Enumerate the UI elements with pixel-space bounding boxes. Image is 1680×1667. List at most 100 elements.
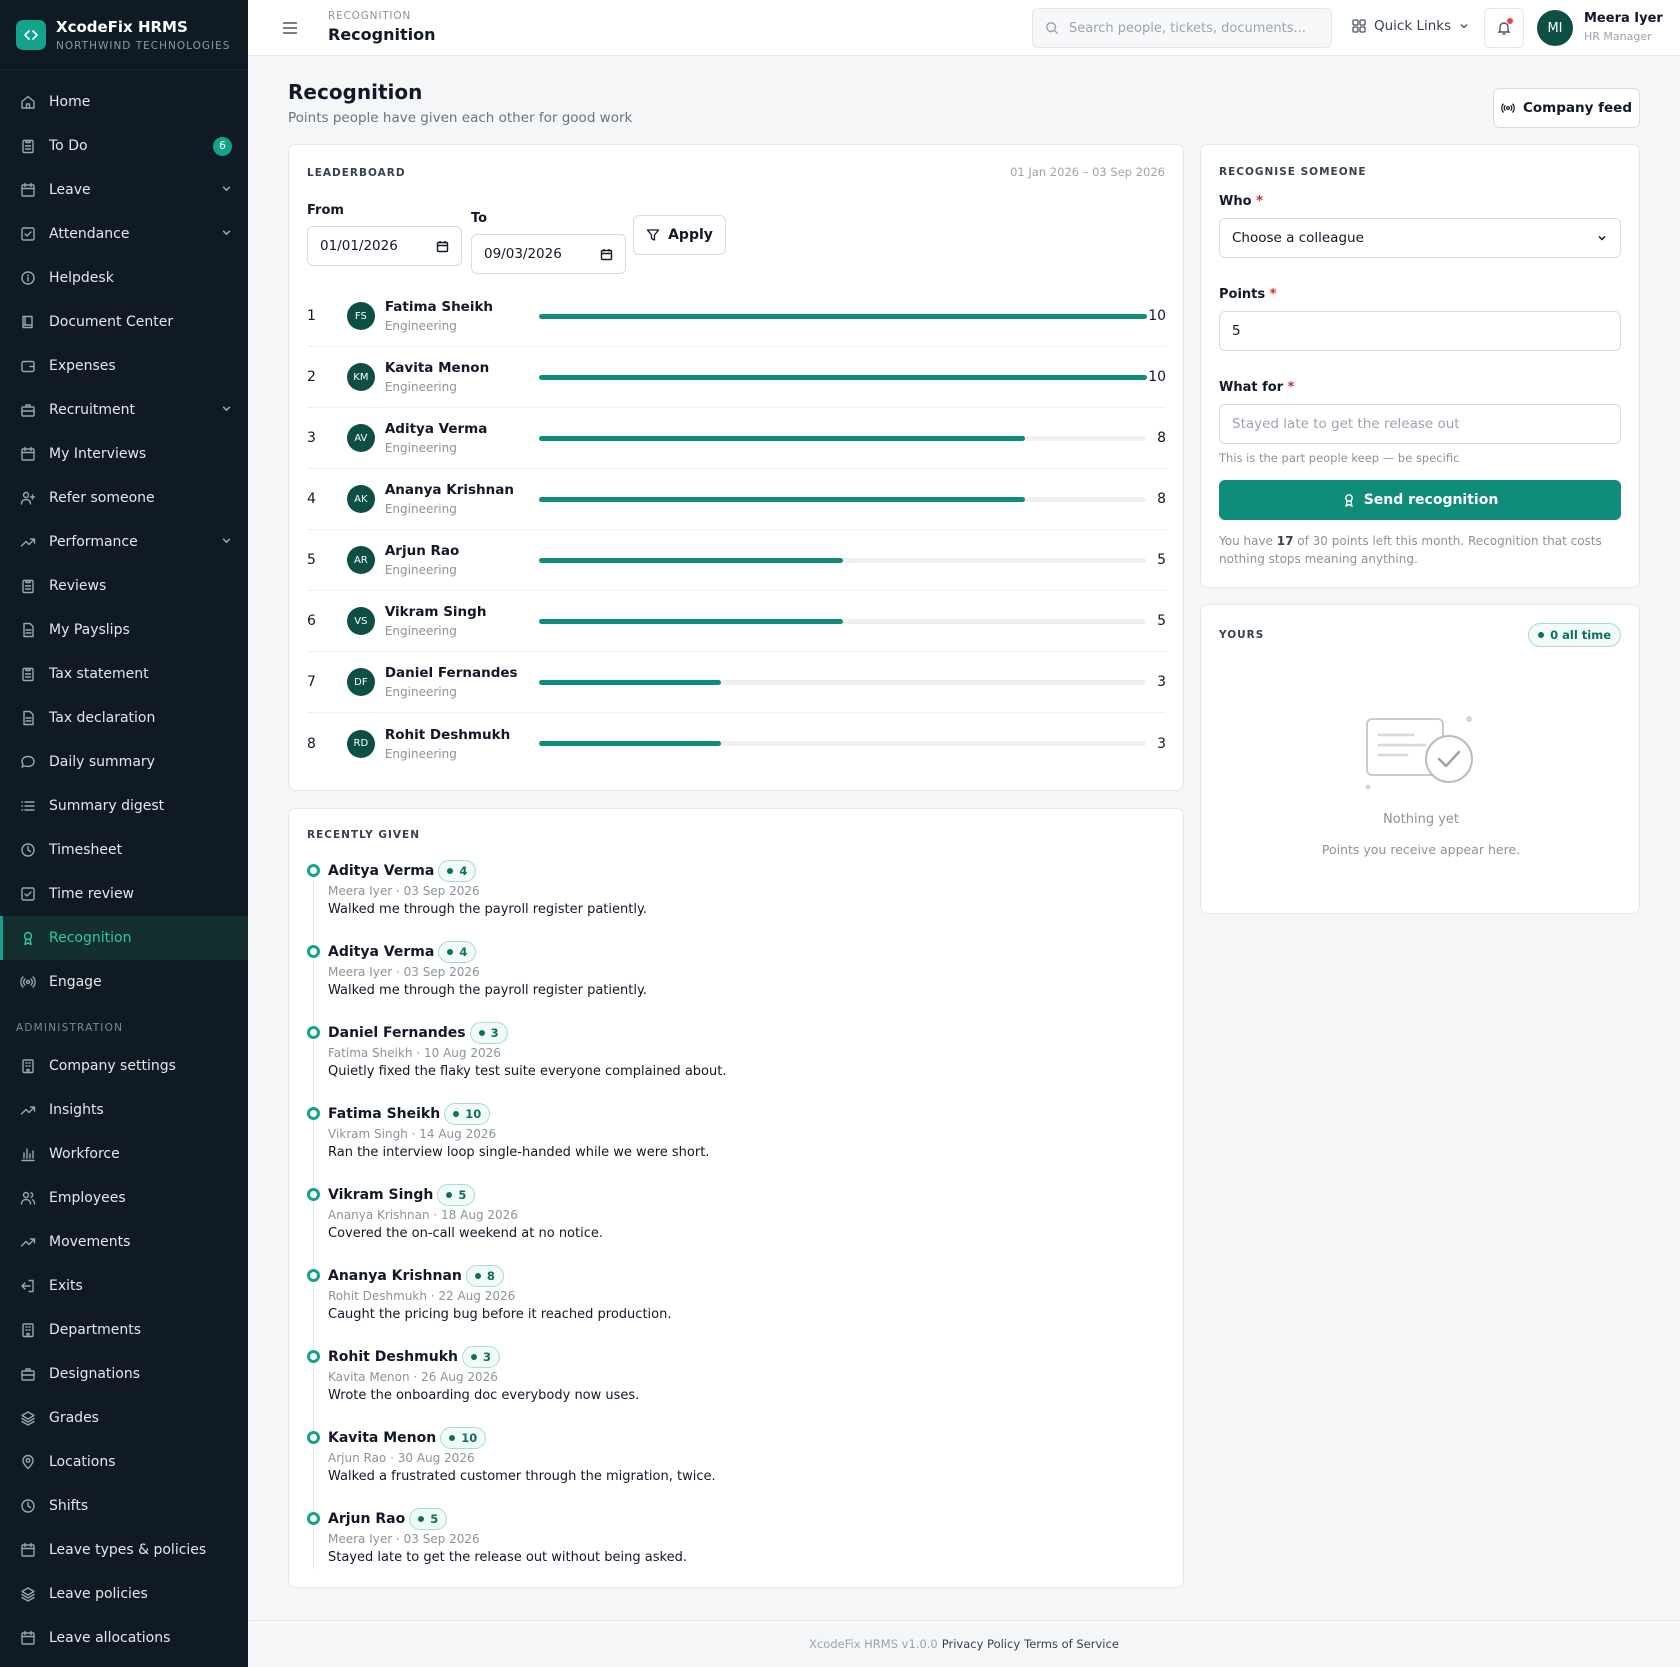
avatar: AV <box>346 424 375 452</box>
sidebar-item-time-review[interactable]: Time review <box>0 872 248 916</box>
topbar-title: Recognition <box>328 25 436 44</box>
sidebar-nav: Home To Do 6 Leave Attendance Helpdesk Documen… <box>0 70 248 1004</box>
who-select[interactable]: Choose a colleague <box>1219 218 1621 258</box>
sidebar-item-reviews[interactable]: Reviews <box>0 564 248 608</box>
recognition-header: Fatima Sheikh 10 <box>328 1102 1167 1125</box>
sidebar-item-label: To Do <box>49 138 88 154</box>
user-plus-icon <box>20 490 36 506</box>
sidebar-item-refer-someone[interactable]: Refer someone <box>0 476 248 520</box>
sidebar-item-tax-statement[interactable]: Tax statement <box>0 652 248 696</box>
what-for-input[interactable] <box>1219 404 1621 444</box>
badge-dot <box>474 1272 481 1279</box>
sidebar-item-workforce[interactable]: Workforce <box>0 1132 248 1176</box>
list-icon <box>20 798 36 814</box>
company-feed-button[interactable]: Company feed <box>1493 88 1640 128</box>
quick-links-button[interactable]: Quick Links <box>1352 18 1477 34</box>
sidebar-item-departments[interactable]: Departments <box>0 1308 248 1352</box>
leaderboard-dept: Engineering <box>384 319 457 333</box>
leaderboard-person: Arjun Rao Engineering <box>385 543 540 577</box>
recognition-message: Covered the on-call weekend at no notice… <box>328 1226 603 1241</box>
sidebar-item-helpdesk[interactable]: Helpdesk <box>0 256 248 300</box>
clipboard-icon <box>20 666 36 682</box>
sidebar-item-home[interactable]: Home <box>0 80 248 124</box>
sidebar-item-recognition[interactable]: Recognition <box>0 916 248 960</box>
sidebar-item-expenses[interactable]: Expenses <box>0 344 248 388</box>
sidebar-item-my-payslips[interactable]: My Payslips <box>0 608 248 652</box>
timeline-dot <box>307 1512 320 1525</box>
sidebar-item-attendance[interactable]: Attendance <box>0 212 248 256</box>
sidebar-item-designations[interactable]: Designations <box>0 1352 248 1396</box>
trend-icon <box>20 1234 36 1250</box>
sidebar-item-to-do[interactable]: To Do 6 <box>0 124 248 168</box>
company-feed-label: Company feed <box>1523 100 1632 116</box>
award-icon <box>1344 494 1353 507</box>
recognition-item: Kavita Menon 10 Arjun Rao · 30 Aug 2026 Wal… <box>307 1426 1167 1507</box>
recognition-item: Daniel Fernandes 3 Fatima Sheikh · 10 Aug … <box>307 1021 1167 1102</box>
leaderboard-name: Kavita Menon <box>384 360 490 376</box>
user-role: HR Manager <box>1584 30 1652 43</box>
clipboard-icon <box>20 578 36 594</box>
sidebar-item-tax-declaration[interactable]: Tax declaration <box>0 696 248 740</box>
sidebar-item-daily-summary[interactable]: Daily summary <box>0 740 248 784</box>
to-date-input[interactable]: 09/03/2026 <box>471 234 626 274</box>
broadcast-icon <box>1501 103 1515 113</box>
badge-dot <box>449 1434 456 1441</box>
recognition-meta: Arjun Rao · 30 Aug 2026 <box>328 1451 475 1465</box>
points-badge: 3 <box>461 1345 500 1368</box>
from-date-input[interactable]: 01/01/2026 <box>307 226 462 266</box>
points-bar-track <box>539 435 1147 441</box>
recognition-item: Rohit Deshmukh 3 Kavita Menon · 26 Aug 202… <box>307 1345 1167 1426</box>
leaderboard-person: Kavita Menon Engineering <box>385 360 540 394</box>
sidebar-item-engage[interactable]: Engage <box>0 960 248 1004</box>
wallet-icon <box>20 358 36 374</box>
recognise-card: RECOGNISE SOMEONE Who * Choose a colleag… <box>1200 144 1640 588</box>
file-icon <box>20 622 36 638</box>
sidebar-item-leave-allocations[interactable]: Leave allocations <box>0 1616 248 1660</box>
points-bar-fill <box>539 374 1148 380</box>
search-input[interactable] <box>1069 20 1319 36</box>
admin-section-heading: ADMINISTRATION <box>16 1022 124 1034</box>
leaderboard-name: Rohit Deshmukh <box>384 726 511 743</box>
points-badge-value: 5 <box>430 1511 439 1526</box>
privacy-policy-link[interactable]: Privacy Policy <box>942 1637 1020 1651</box>
apply-button[interactable]: Apply <box>633 215 726 255</box>
trend-icon <box>20 1102 36 1118</box>
sidebar-item-grades[interactable]: Grades <box>0 1396 248 1440</box>
sidebar-item-exits[interactable]: Exits <box>0 1264 248 1308</box>
search-box[interactable] <box>1032 8 1332 48</box>
sidebar-item-recruitment[interactable]: Recruitment <box>0 388 248 432</box>
sidebar-item-company-settings[interactable]: Company settings <box>0 1044 248 1088</box>
sidebar-item-movements[interactable]: Movements <box>0 1220 248 1264</box>
points-bar-track <box>539 374 1148 380</box>
recently-given-list: Aditya Verma 4 Meera Iyer · 03 Sep 2026 Wal… <box>307 859 1167 1588</box>
avatar: KM <box>346 363 375 391</box>
user-avatar[interactable]: MI <box>1537 10 1573 46</box>
page-title: Recognition <box>288 80 423 104</box>
sidebar-item-performance[interactable]: Performance <box>0 520 248 564</box>
leaderboard-points: 10 <box>1148 369 1167 385</box>
points-badge-value: 10 <box>461 1430 478 1445</box>
sidebar-item-insights[interactable]: Insights <box>0 1088 248 1132</box>
recipient-name: Ananya Krishnan <box>328 1267 462 1284</box>
user-name[interactable]: Meera Iyer <box>1584 11 1663 26</box>
sidebar-item-leave[interactable]: Leave <box>0 168 248 212</box>
sidebar-item-label: Leave types & policies <box>49 1542 207 1558</box>
sidebar-item-locations[interactable]: Locations <box>0 1440 248 1484</box>
terms-link[interactable]: Terms of Service <box>1024 1637 1119 1651</box>
notifications-button[interactable] <box>1484 8 1524 48</box>
sidebar-item-timesheet[interactable]: Timesheet <box>0 828 248 872</box>
brand-logo-icon <box>16 19 46 50</box>
menu-toggle-icon[interactable] <box>282 20 298 34</box>
sidebar-item-document-center[interactable]: Document Center <box>0 300 248 344</box>
points-bar-fill <box>539 679 722 685</box>
sidebar-item-my-interviews[interactable]: My Interviews <box>0 432 248 476</box>
recognition-item: Aditya Verma 4 Meera Iyer · 03 Sep 2026 Wal… <box>307 940 1167 1021</box>
send-recognition-button[interactable]: Send recognition <box>1219 480 1621 520</box>
sidebar-item-employees[interactable]: Employees <box>0 1176 248 1220</box>
sidebar-item-shifts[interactable]: Shifts <box>0 1484 248 1528</box>
sidebar-item-leave-types-and-policies[interactable]: Leave types & policies <box>0 1528 248 1572</box>
sidebar-item-summary-digest[interactable]: Summary digest <box>0 784 248 828</box>
sidebar-item-leave-policies[interactable]: Leave policies <box>0 1572 248 1616</box>
points-input[interactable] <box>1219 311 1621 351</box>
clock-icon <box>20 1498 36 1514</box>
